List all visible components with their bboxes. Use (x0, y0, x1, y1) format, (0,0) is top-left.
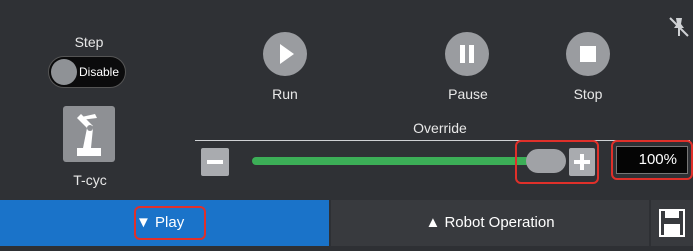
robot-arm-icon (77, 114, 101, 156)
tcyc-button[interactable] (63, 106, 115, 162)
footer-bar: ▼ Play ▲ Robot Operation (0, 200, 693, 246)
override-slider-track[interactable] (252, 157, 536, 165)
tcyc-label: T-cyc (73, 172, 107, 188)
override-label: Override (413, 120, 467, 136)
tab-robot-operation[interactable]: ▲ Robot Operation (331, 200, 649, 246)
pause-label: Pause (448, 86, 488, 102)
step-toggle-text: Disable (79, 65, 120, 79)
pause-circle-icon (460, 45, 474, 63)
highlight-box-play (134, 206, 206, 240)
stop-circle-icon (580, 46, 596, 62)
override-decrease-button[interactable] (201, 148, 229, 176)
highlight-box-slider (515, 140, 599, 184)
save-icon (659, 209, 685, 237)
pause-button[interactable] (445, 32, 489, 76)
tab-robot-operation-label: ▲ Robot Operation (425, 214, 555, 231)
save-button[interactable] (651, 200, 693, 246)
run-button[interactable] (263, 32, 307, 76)
highlight-box-value (611, 140, 693, 180)
pin-off-icon[interactable] (668, 16, 690, 38)
tab-play[interactable]: ▼ Play (0, 200, 329, 246)
play-circle-icon (280, 44, 294, 64)
step-toggle-knob (51, 59, 77, 85)
stop-label: Stop (573, 86, 603, 102)
step-label: Step (74, 34, 104, 50)
operation-panel: Step Disable T-cyc Run Pause Stop Overri… (0, 0, 693, 200)
step-toggle[interactable]: Disable (48, 56, 126, 88)
run-label: Run (272, 86, 298, 102)
stop-button[interactable] (566, 32, 610, 76)
